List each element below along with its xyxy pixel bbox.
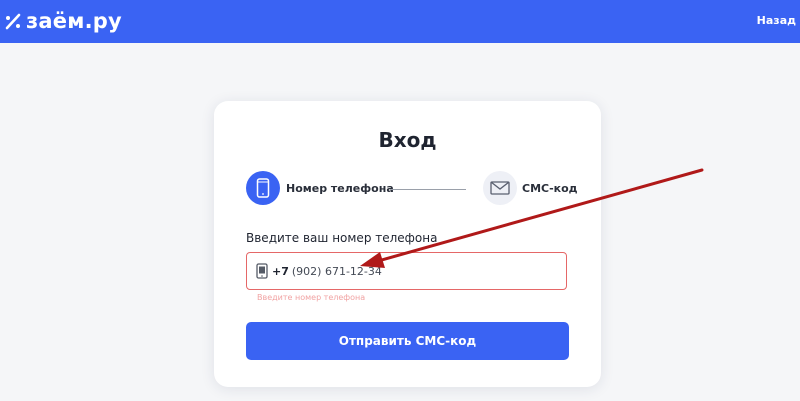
- step-sms-label: СМС-код: [522, 182, 578, 195]
- phone-error-message: Введите номер телефона: [257, 293, 366, 302]
- phone-field-label: Введите ваш номер телефона: [246, 231, 438, 245]
- top-bar: заём.ру Назад: [0, 0, 800, 43]
- logo-text: заём.ру: [26, 9, 122, 33]
- send-sms-button[interactable]: Отправить СМС-код: [246, 322, 569, 360]
- phone-input[interactable]: [291, 264, 492, 278]
- envelope-icon: [490, 181, 510, 195]
- step-phone-badge: [246, 171, 280, 205]
- page-title: Вход: [378, 128, 437, 152]
- step-connector: [390, 189, 466, 190]
- percent-logo-icon: [5, 13, 21, 30]
- phone-icon: [256, 178, 270, 198]
- step-phone-label: Номер телефона: [286, 182, 394, 195]
- country-code: +7: [272, 264, 289, 278]
- phone-field[interactable]: +7: [246, 252, 567, 290]
- login-card: Вход Номер телефона СМС-код Введите ваш …: [214, 101, 601, 387]
- back-link[interactable]: Назад: [757, 14, 796, 27]
- phone-input-icon: [256, 263, 268, 279]
- step-sms-badge: [483, 171, 517, 205]
- logo[interactable]: заём.ру: [4, 7, 122, 35]
